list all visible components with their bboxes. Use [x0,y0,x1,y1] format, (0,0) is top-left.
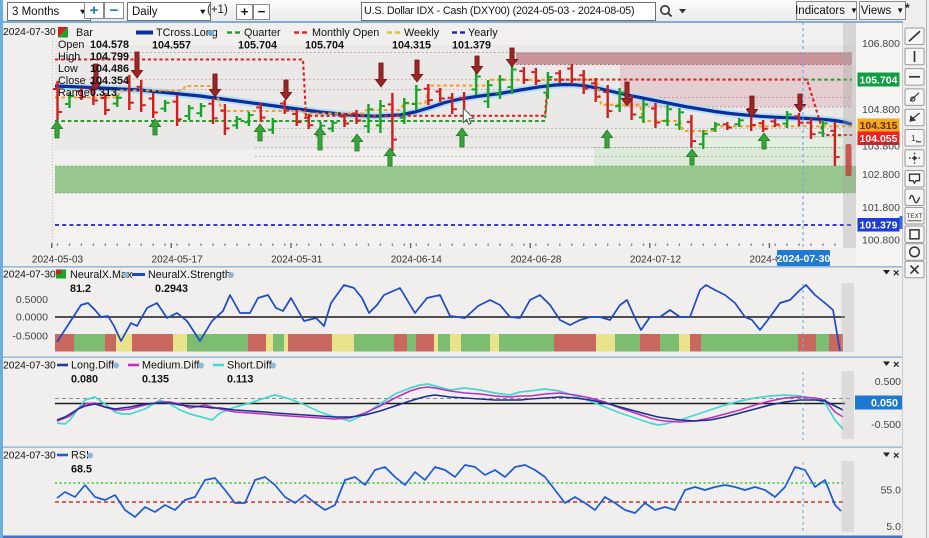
svg-text:2024-07-30: 2024-07-30 [3,361,56,372]
svg-text:Low: Low [58,63,78,75]
svg-text:2024-06-28: 2024-06-28 [510,255,562,266]
svg-text:68.5: 68.5 [71,464,92,476]
svg-text:0.0000: 0.0000 [16,312,48,324]
svg-text:Bar: Bar [76,27,93,39]
svg-text:0.050: 0.050 [871,398,898,410]
svg-text:Long.Diff: Long.Diff [71,360,115,372]
svg-text:2024-05-17: 2024-05-17 [152,255,204,266]
svg-text:2024-07-30: 2024-07-30 [3,270,56,281]
svg-text:101.379: 101.379 [452,40,491,52]
svg-text:Monthly Open: Monthly Open [312,27,379,39]
svg-text:55.0: 55.0 [881,485,902,497]
svg-text:100.800: 100.800 [862,234,900,246]
svg-text:Close: Close [58,75,86,87]
svg-text:Medium.Diff: Medium.Diff [142,360,200,372]
svg-text:×: × [893,359,899,371]
svg-text:0.313: 0.313 [90,87,117,99]
svg-text:Weekly: Weekly [404,27,440,39]
svg-text:81.2: 81.2 [70,283,91,295]
svg-text:RSI: RSI [71,450,89,462]
svg-text:0.113: 0.113 [227,374,253,386]
svg-text:TEXT: TEXT [907,213,923,220]
svg-text:0.080: 0.080 [71,374,98,386]
svg-text:104.578: 104.578 [90,39,129,51]
svg-text:Quarter: Quarter [244,27,281,39]
svg-text:0.5000: 0.5000 [16,294,48,306]
svg-text:2024-07-30: 2024-07-30 [3,27,56,38]
svg-text:×: × [893,450,899,462]
svg-text:2024-07-30: 2024-07-30 [3,451,56,462]
svg-text:Range: Range [58,87,90,99]
svg-text:104.315: 104.315 [392,40,431,52]
svg-text:0.135: 0.135 [142,374,169,386]
svg-text:103.800: 103.800 [862,141,900,153]
svg-text:5.0: 5.0 [886,521,901,533]
svg-text:2024-06-14: 2024-06-14 [391,255,443,266]
svg-text:Yearly: Yearly [468,27,498,39]
svg-text:104.486: 104.486 [90,63,129,75]
svg-text:105.704: 105.704 [238,40,277,52]
svg-text:105.704: 105.704 [305,40,344,52]
svg-text:104.354: 104.354 [90,75,129,87]
svg-text:NeuralX.Strength: NeuralX.Strength [148,269,231,281]
svg-text:2024-07-30: 2024-07-30 [777,253,831,265]
svg-text:104.315: 104.315 [860,120,898,132]
svg-text:-0.5000: -0.5000 [12,330,48,342]
svg-text:2024-05-03: 2024-05-03 [32,255,84,266]
svg-text:-0.500: -0.500 [871,419,901,431]
svg-text:104.800: 104.800 [862,104,900,116]
svg-text:×: × [893,268,899,280]
svg-text:106.800: 106.800 [862,38,900,50]
svg-text:0.2943: 0.2943 [155,283,188,295]
svg-text:Short.Diff: Short.Diff [227,360,273,372]
svg-text:2024-05-31: 2024-05-31 [271,255,323,266]
svg-text:101.800: 101.800 [862,202,900,214]
svg-text:104.799: 104.799 [90,51,129,63]
svg-text:102.800: 102.800 [862,169,900,181]
svg-text:104.557: 104.557 [152,40,191,52]
svg-text:0.500: 0.500 [875,376,901,388]
svg-text:105.704: 105.704 [860,75,898,87]
svg-text:2024-07-12: 2024-07-12 [630,255,682,266]
svg-text:High: High [58,51,80,63]
svg-text:Open: Open [58,39,84,51]
svg-text:101.379: 101.379 [860,220,898,232]
